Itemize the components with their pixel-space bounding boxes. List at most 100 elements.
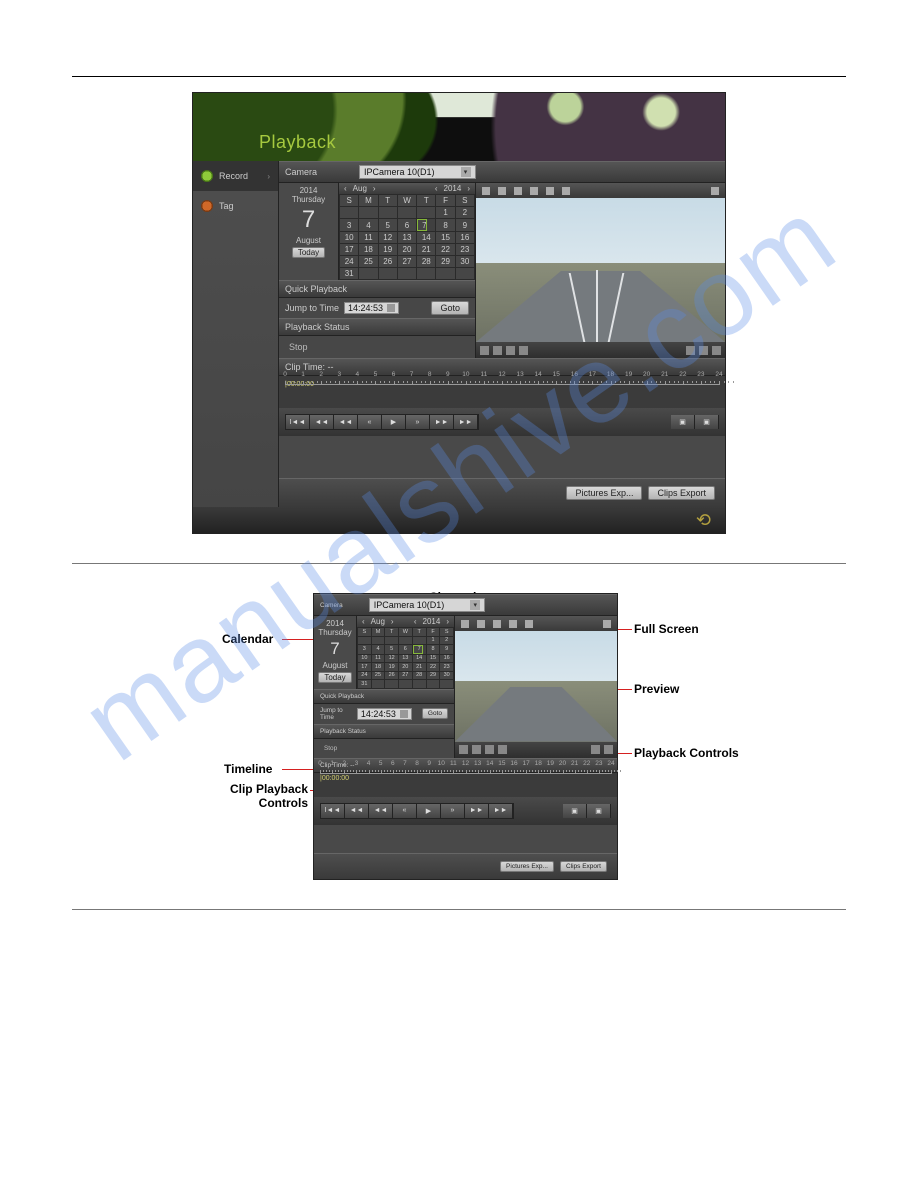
goto-button[interactable]: Goto [431, 301, 469, 315]
calendar-day[interactable]: 31 [358, 680, 372, 689]
today-button[interactable]: Today [318, 672, 351, 683]
calendar-day[interactable]: 20 [398, 663, 412, 672]
prev-month-button[interactable]: ‹ [341, 184, 350, 193]
calendar-day[interactable]: 10 [340, 232, 359, 244]
clip-btn[interactable]: » [406, 415, 430, 429]
next-month-button[interactable]: › [370, 184, 379, 193]
calendar-day[interactable]: 28 [417, 256, 436, 268]
prev-year-button[interactable]: ‹ [432, 184, 441, 193]
camera-select[interactable]: IPCamera 10(D1) ▾ [359, 165, 476, 179]
calendar-day[interactable] [412, 636, 426, 645]
calendar-day[interactable]: 10 [358, 654, 372, 663]
calendar-day[interactable]: 29 [426, 671, 440, 680]
calendar-day[interactable]: 20 [397, 244, 416, 256]
calendar-day[interactable]: 16 [440, 654, 454, 663]
calendar-day[interactable]: 6 [397, 219, 416, 232]
calendar-day[interactable] [398, 680, 412, 689]
calendar-day[interactable]: 23 [440, 663, 454, 672]
calendar-grid[interactable]: SMTWTFS123456789101112131415161718192021… [339, 194, 475, 280]
calendar-day[interactable] [397, 207, 416, 219]
calendar-day[interactable]: 27 [398, 671, 412, 680]
snapshot-icon[interactable] [498, 187, 506, 195]
timeline[interactable]: |00:00:00 012345678910111213141516171819… [279, 376, 725, 408]
calendar-day[interactable] [397, 268, 416, 280]
pictures-export-button[interactable]: Pictures Exp... [566, 486, 642, 500]
clip-btn[interactable]: » [441, 804, 465, 818]
calendar-day[interactable]: 27 [397, 256, 416, 268]
calendar-day[interactable]: 13 [398, 654, 412, 663]
calendar-day[interactable] [436, 268, 455, 280]
calendar-day[interactable]: 26 [385, 671, 399, 680]
calendar-day[interactable] [358, 636, 372, 645]
clip-btn[interactable]: I◄◄ [286, 415, 310, 429]
calendar-day[interactable]: 15 [426, 654, 440, 663]
calendar-day[interactable]: 11 [371, 654, 385, 663]
calendar-day[interactable]: 24 [340, 256, 359, 268]
fullscreen-icon[interactable] [711, 187, 719, 195]
clip-btn[interactable]: ▶ [382, 415, 406, 429]
back-icon[interactable]: ⟲ [696, 510, 711, 531]
clip-btn[interactable]: ◄◄ [369, 804, 393, 818]
clip-btn[interactable]: ►► [454, 415, 478, 429]
calendar-day[interactable]: 17 [340, 244, 359, 256]
calendar-day[interactable]: 7 [417, 219, 427, 231]
calendar-day[interactable]: 13 [397, 232, 416, 244]
calendar-day[interactable] [371, 636, 385, 645]
clip-btn[interactable]: ◄◄ [345, 804, 369, 818]
pb-stop-button[interactable] [506, 346, 515, 355]
calendar-day[interactable] [340, 207, 359, 219]
clip-btn[interactable]: ◄◄ [310, 415, 334, 429]
calendar-day[interactable]: 5 [378, 219, 397, 232]
pb-slow-button[interactable] [686, 346, 695, 355]
clip-btn[interactable]: « [393, 804, 417, 818]
calendar-day[interactable]: 6 [398, 645, 412, 655]
camera-select[interactable]: IPCamera 10(D1)▾ [369, 598, 486, 612]
calendar-day[interactable]: 25 [371, 671, 385, 680]
calendar-day[interactable]: 1 [426, 636, 440, 645]
calendar-day[interactable]: 8 [426, 645, 440, 655]
calendar-day[interactable]: 1 [436, 207, 455, 219]
pb-fast-button[interactable] [699, 346, 708, 355]
calendar-day[interactable]: 18 [359, 244, 378, 256]
next-year-button[interactable]: › [464, 184, 473, 193]
calendar-day[interactable] [371, 680, 385, 689]
audio-icon[interactable] [562, 187, 570, 195]
sidebar-item-record[interactable]: Record › [193, 161, 278, 191]
sidebar-item-tag[interactable]: Tag [193, 191, 278, 221]
calendar-day[interactable]: 3 [358, 645, 372, 655]
calendar-day[interactable]: 5 [385, 645, 399, 655]
calendar-day[interactable] [412, 680, 426, 689]
calendar-day[interactable]: 15 [436, 232, 455, 244]
pictures-export-button[interactable]: Pictures Exp... [500, 861, 554, 872]
pb-prev-button[interactable] [480, 346, 489, 355]
calendar-day[interactable]: 18 [371, 663, 385, 672]
calendar-day[interactable]: 21 [412, 663, 426, 672]
grid-icon[interactable] [482, 187, 490, 195]
calendar-day[interactable] [417, 207, 436, 219]
calendar-day[interactable]: 14 [417, 232, 436, 244]
clips-export-button[interactable]: Clips Export [560, 861, 607, 872]
calendar-day[interactable]: 19 [378, 244, 397, 256]
calendar-day[interactable]: 7 [413, 645, 423, 654]
calendar-day[interactable]: 30 [455, 256, 474, 268]
clip-btn[interactable]: I◄◄ [321, 804, 345, 818]
calendar-day[interactable]: 9 [455, 219, 474, 232]
calendar-day[interactable]: 2 [455, 207, 474, 219]
calendar-day[interactable] [417, 268, 436, 280]
calendar-day[interactable]: 31 [340, 268, 359, 280]
today-button[interactable]: Today [292, 247, 325, 258]
pb-play-button[interactable] [493, 346, 502, 355]
calendar-day[interactable]: 17 [358, 663, 372, 672]
prev-icon[interactable] [530, 187, 538, 195]
calendar-day[interactable]: 19 [385, 663, 399, 672]
calendar-day[interactable]: 8 [436, 219, 455, 232]
calendar-day[interactable]: 3 [340, 219, 359, 232]
preview-video[interactable] [476, 198, 725, 342]
calendar-day[interactable]: 11 [359, 232, 378, 244]
clip-btn[interactable]: « [358, 415, 382, 429]
calendar-day[interactable]: 30 [440, 671, 454, 680]
calendar-day[interactable] [359, 207, 378, 219]
calendar-day[interactable]: 2 [440, 636, 454, 645]
calendar-day[interactable]: 4 [359, 219, 378, 232]
calendar-day[interactable]: 26 [378, 256, 397, 268]
